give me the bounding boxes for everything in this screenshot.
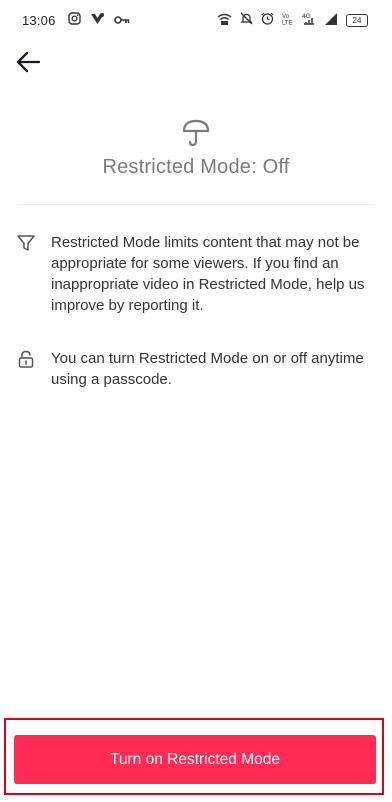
wifi-signal-icon	[217, 13, 232, 28]
button-label: Turn on Restricted Mode	[109, 750, 280, 768]
svg-text:4G: 4G	[302, 13, 311, 20]
instagram-icon	[68, 12, 81, 28]
volte-icon: Vo LTE	[282, 12, 294, 28]
svg-text:Vo: Vo	[282, 14, 290, 20]
info-text-restriction: Restricted Mode limits content that may …	[51, 234, 365, 314]
key-icon	[114, 13, 130, 28]
page-title: Restricted Mode: Off	[102, 156, 290, 178]
svg-text:LTE: LTE	[282, 21, 293, 26]
info-text-passcode: You can turn Restricted Mode on or off a…	[51, 350, 364, 388]
battery-icon: 24	[346, 13, 368, 27]
status-bar: 13:06 Vo LTE 4G 24	[0, 0, 392, 40]
turn-on-restricted-mode-button[interactable]: Turn on Restricted Mode	[14, 735, 376, 784]
notification-app-icon	[90, 12, 105, 28]
status-time: 13:06	[22, 13, 56, 28]
status-right-icons: Vo LTE 4G 24	[217, 12, 368, 28]
mute-icon	[240, 12, 253, 28]
divider	[17, 204, 375, 205]
info-item-restriction: Restricted Mode limits content that may …	[16, 232, 378, 316]
sim-signal-icon	[324, 12, 338, 28]
info-item-passcode: You can turn Restricted Mode on or off a…	[16, 348, 378, 390]
back-button[interactable]	[12, 46, 44, 78]
filter-icon	[16, 233, 36, 253]
alarm-icon	[261, 12, 274, 28]
umbrella-icon	[180, 117, 212, 149]
signal-4g-icon: 4G	[302, 12, 316, 28]
status-left-icons	[68, 12, 130, 28]
lock-icon	[16, 349, 36, 369]
arrow-left-icon	[16, 51, 41, 73]
